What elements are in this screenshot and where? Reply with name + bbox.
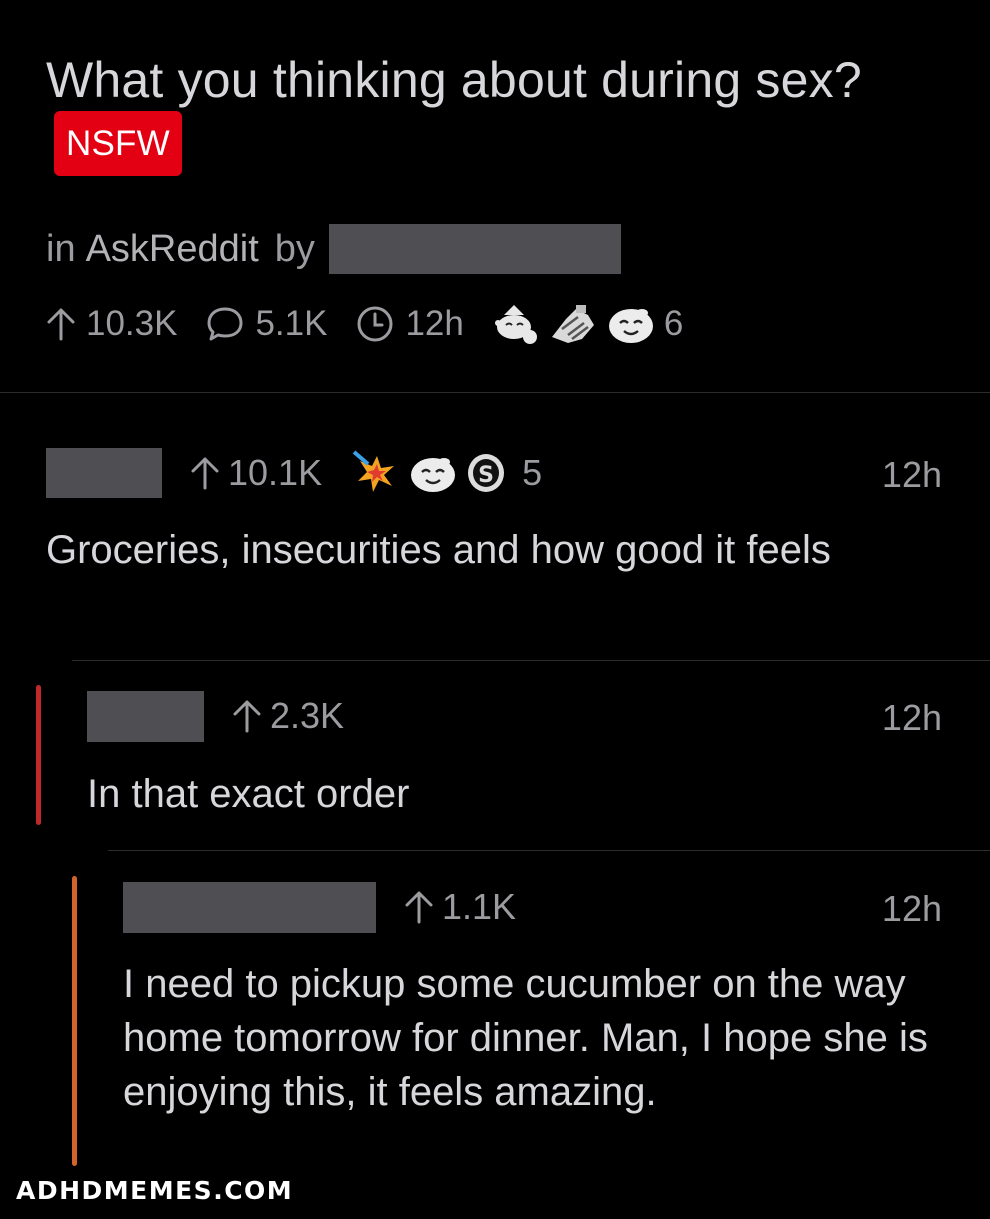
- comment-reply-level-2[interactable]: 1.1K 12h I need to pickup some cucumber …: [108, 851, 990, 1171]
- comment-reply-level-1[interactable]: 2.3K 12h In that exact order: [72, 661, 990, 849]
- post-age-text: 12h: [405, 304, 464, 343]
- comment-time: 12h: [881, 454, 942, 495]
- post-comments[interactable]: 5.1K: [205, 304, 327, 344]
- arrow-up-icon: [47, 308, 75, 341]
- comment-upvote-count: 1.1K: [442, 886, 517, 927]
- svg-text:S: S: [478, 463, 494, 488]
- post-title[interactable]: What you thinking about during sex?NSFW: [46, 50, 926, 176]
- post-upvote[interactable]: 10.3K: [46, 304, 177, 344]
- wholesome-award-icon: [494, 305, 537, 344]
- post-comment-count: 5.1K: [255, 304, 328, 343]
- comment-author-redacted[interactable]: [87, 690, 204, 742]
- post-award-count: 6: [663, 304, 684, 343]
- comment-award-count: 5: [522, 452, 543, 493]
- subreddit-link[interactable]: AskReddit: [86, 228, 259, 271]
- comment-body: Groceries, insecurities and how good it …: [46, 528, 831, 572]
- author-redacted[interactable]: [328, 224, 621, 274]
- comment-awards[interactable]: S 5: [352, 450, 542, 496]
- comment-author-redacted[interactable]: [123, 881, 376, 933]
- helpful-award-icon: [551, 305, 594, 343]
- post-header: What you thinking about during sex?NSFW …: [0, 0, 990, 392]
- post-awards[interactable]: 6: [492, 301, 683, 347]
- comment-body: I need to pickup some cucumber on the wa…: [123, 962, 928, 1114]
- nsfw-badge: NSFW: [54, 111, 182, 176]
- comment-top-level[interactable]: 10.1K S 5 12h Groceries, insecurities an…: [0, 393, 990, 660]
- silver-award-icon: [608, 309, 653, 343]
- post-age: 12h: [355, 304, 464, 344]
- arrow-up-icon[interactable]: [232, 699, 262, 733]
- clock-icon: [357, 306, 393, 342]
- post-stats: 10.3K 5.1K 12h 6: [46, 296, 683, 352]
- arrow-up-icon[interactable]: [404, 890, 434, 924]
- comment-body: In that exact order: [87, 772, 410, 816]
- silver-award-icon: [411, 458, 456, 492]
- comment-upvote-count: 10.1K: [228, 452, 323, 493]
- in-label: in: [46, 227, 76, 270]
- post-title-text: What you thinking about during sex?: [46, 52, 862, 108]
- watermark: ADHDMEMES.COM: [16, 1176, 294, 1205]
- thread-indicator-level-1[interactable]: [36, 685, 41, 825]
- post-meta: in AskReddit by: [46, 224, 621, 274]
- coin-award-icon: S: [468, 454, 505, 492]
- comment-time: 12h: [881, 697, 942, 738]
- thread-indicator-level-2[interactable]: [72, 876, 77, 1166]
- post-upvote-count: 10.3K: [86, 304, 178, 343]
- comment-bubble-icon: [207, 307, 243, 341]
- comment-time: 12h: [881, 888, 942, 929]
- by-label: by: [274, 227, 315, 270]
- arrow-up-icon[interactable]: [190, 456, 220, 490]
- comment-upvote-count: 2.3K: [270, 695, 345, 736]
- rocket-like-award-icon: [352, 450, 395, 492]
- comment-author-redacted[interactable]: [46, 448, 162, 498]
